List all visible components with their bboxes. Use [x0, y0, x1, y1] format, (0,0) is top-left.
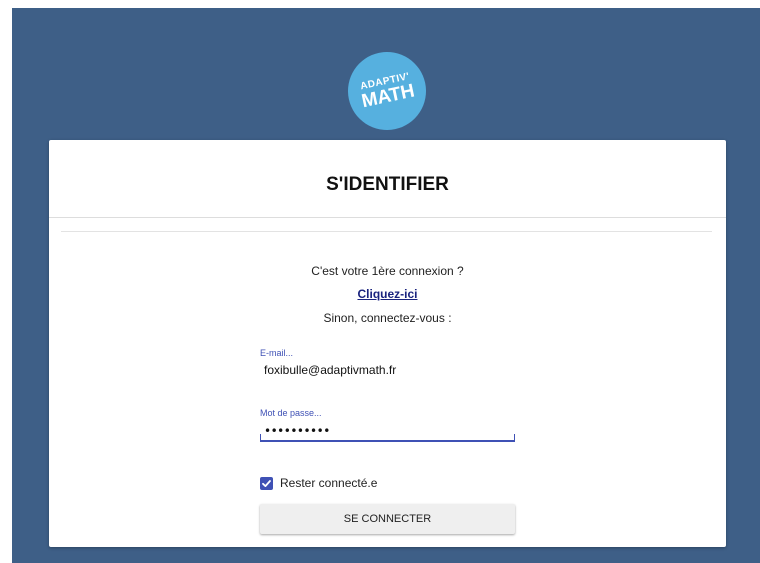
login-card: S'IDENTIFIER C'est votre 1ère connexion …: [49, 140, 726, 547]
email-label: E-mail...: [260, 348, 294, 358]
checkbox-checked-icon[interactable]: [260, 476, 273, 490]
first-connection-link[interactable]: Cliquez-ici: [357, 287, 417, 301]
title-divider: [49, 217, 726, 218]
email-field[interactable]: E-mail... foxibulle@adaptivmath.fr: [260, 348, 515, 377]
remember-me-checkbox[interactable]: Rester connecté.e: [260, 476, 377, 490]
password-label: Mot de passe...: [260, 408, 322, 418]
otherwise-text: Sinon, connectez-vous :: [323, 311, 452, 325]
login-button[interactable]: SE CONNECTER: [260, 504, 515, 534]
page-title: S'IDENTIFIER: [326, 174, 449, 195]
first-connection-link-row: Cliquez-ici: [49, 287, 726, 301]
email-input[interactable]: foxibulle@adaptivmath.fr: [260, 363, 515, 377]
content-divider: [61, 231, 712, 232]
remember-me-label: Rester connecté.e: [280, 476, 378, 490]
password-value: ••••••••••: [264, 424, 330, 438]
password-input[interactable]: ••••••••••: [260, 424, 515, 442]
first-connection-text: C'est votre 1ère connexion ?: [311, 264, 464, 278]
password-field[interactable]: Mot de passe... ••••••••••: [260, 408, 515, 442]
